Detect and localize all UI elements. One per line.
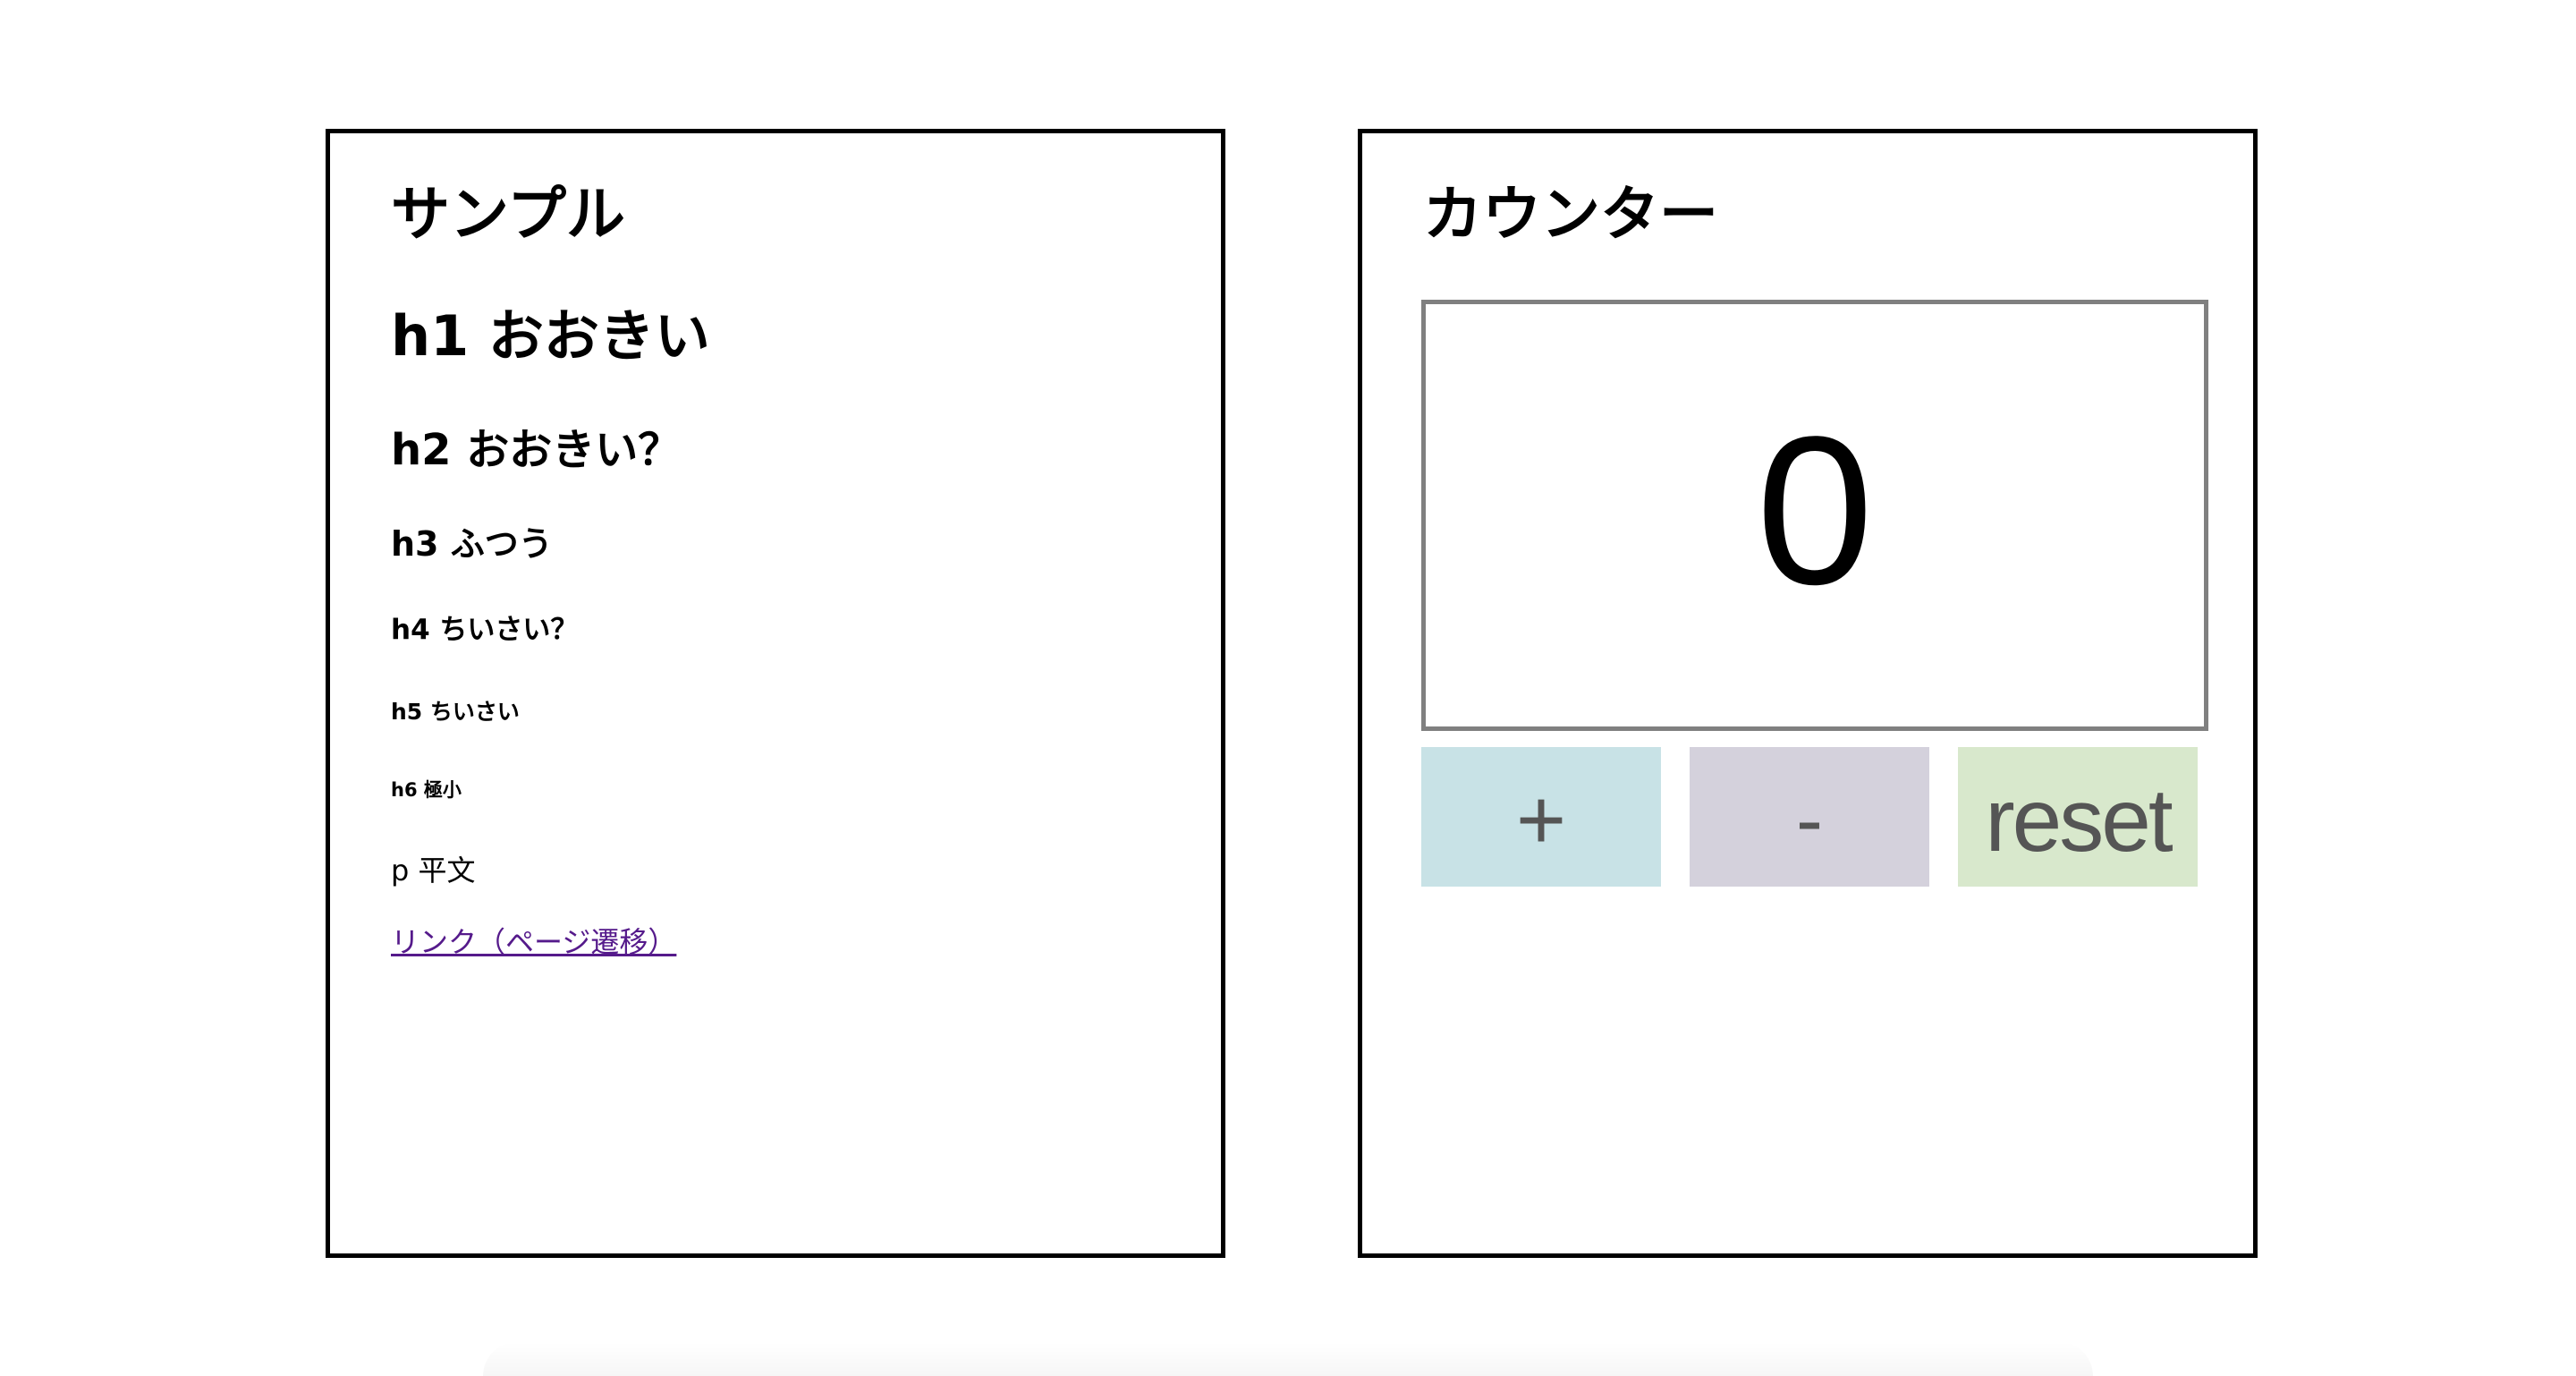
reset-button-label: reset [1985,770,2173,871]
sample-heading-h4: h4 ちいさい？ [391,614,579,646]
decrement-button-label: - [1796,776,1823,865]
sample-card: サンプル h1 おおきい h2 おおきい？ h3 ふつう h4 ちいさい？ h5… [326,129,1225,1258]
reset-button[interactable]: reset [1958,747,2198,887]
sample-heading-h3: h3 ふつう [391,524,553,564]
increment-button[interactable]: + [1421,747,1661,887]
bottom-shadow [483,1342,2093,1376]
counter-card-title: カウンター [1423,180,1718,249]
sample-heading-h6: h6 極小 [391,779,462,801]
sample-paragraph: p 平文 [391,854,476,888]
decrement-button[interactable]: - [1690,747,1929,887]
counter-value: 0 [1756,393,1874,629]
sample-heading-h2: h2 おおきい？ [391,425,682,475]
page-transition-link[interactable]: リンク（ページ遷移） [391,928,676,956]
counter-card: カウンター 0 + - reset [1358,129,2258,1258]
increment-button-label: + [1515,772,1567,868]
sample-heading-h5: h5 ちいさい [391,699,520,725]
sample-heading-h1: h1 おおきい [391,303,710,369]
page: サンプル h1 おおきい h2 おおきい？ h3 ふつう h4 ちいさい？ h5… [0,0,2576,1376]
counter-display: 0 [1421,300,2208,731]
sample-card-title: サンプル [391,180,626,249]
